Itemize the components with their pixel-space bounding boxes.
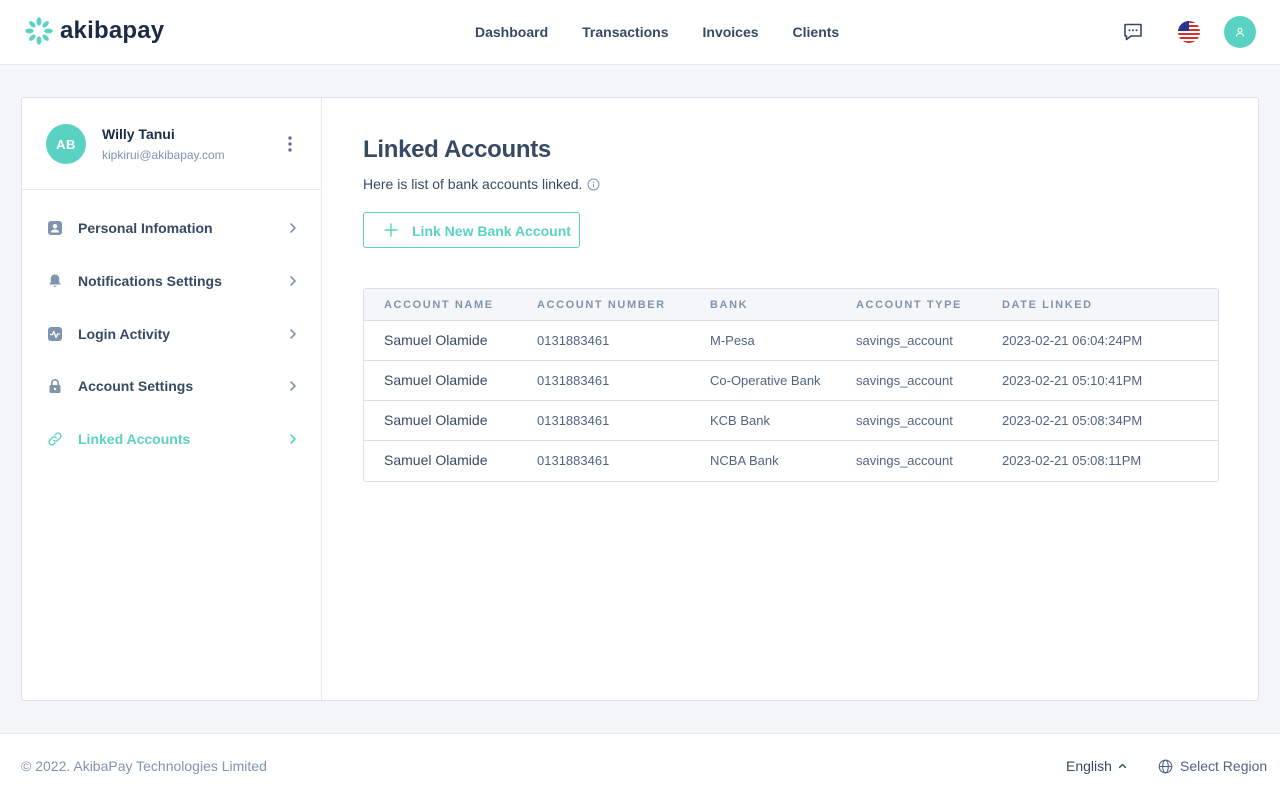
cell-date-linked: 2023-02-21 05:10:41PM [1002,373,1143,388]
cell-account-name: Samuel Olamide [384,372,488,388]
bell-icon [46,272,64,290]
cell-account-type: savings_account [856,333,953,348]
cell-account-type: savings_account [856,453,953,468]
plus-icon [384,223,398,237]
cell-bank: M-Pesa [710,333,755,348]
cell-account-name: Samuel Olamide [384,332,488,348]
nav-transactions[interactable]: Transactions [565,24,685,40]
cell-bank: Co-Operative Bank [710,373,821,388]
user-avatar-small [1224,16,1256,48]
page-subtitle-text: Here is list of bank accounts linked. [363,176,583,192]
nav-dashboard[interactable]: Dashboard [458,24,565,40]
lock-icon [46,377,64,395]
user-account-button[interactable] [1224,16,1256,48]
link-new-bank-account-label: Link New Bank Account [412,223,571,239]
us-flag-icon [1178,21,1200,43]
user-card-icon [46,219,64,237]
user-options-button[interactable] [282,134,298,154]
cell-account-name: Samuel Olamide [384,452,488,468]
sidebar-item-label: Login Activity [78,326,171,342]
akibapay-logo-icon [25,17,53,45]
cell-account-number: 0131883461 [537,373,610,388]
sidebar-item-linked-accounts[interactable]: Linked Accounts [22,419,322,459]
user-email: kipkirui@akibapay.com [102,148,225,162]
link-new-bank-account-button[interactable]: Link New Bank Account [363,212,580,248]
linked-accounts-table: Account Name Account Number Bank Account… [363,288,1219,482]
globe-icon [1158,759,1173,773]
cell-account-name: Samuel Olamide [384,412,488,428]
sidebar-item-label: Account Settings [78,378,194,394]
brand-logo[interactable]: akibapay [24,16,164,46]
table-row[interactable]: Samuel Olamide 0131883461 Co-Operative B… [364,361,1218,401]
link-icon [46,430,64,448]
settings-card: AB Willy Tanui kipkirui@akibapay.com Per… [21,97,1259,701]
cell-account-number: 0131883461 [537,413,610,428]
language-flag-button[interactable] [1173,16,1205,48]
chat-button[interactable] [1117,16,1149,48]
column-header-account-number: Account Number [537,299,666,311]
sidebar-item-personal-information[interactable]: Personal Infomation [22,208,322,248]
info-icon[interactable] [587,178,600,191]
sidebar-item-login-activity[interactable]: Login Activity [22,314,322,354]
column-header-account-name: Account Name [384,299,494,311]
cell-account-number: 0131883461 [537,333,610,348]
column-header-account-type: Account Type [856,299,962,311]
page-footer: © 2022. AkibaPay Technologies Limited En… [0,733,1280,797]
cell-account-number: 0131883461 [537,453,610,468]
table-row[interactable]: Samuel Olamide 0131883461 M-Pesa savings… [364,321,1218,361]
sidebar-item-label: Personal Infomation [78,220,213,236]
chat-icon [1124,23,1142,41]
cell-date-linked: 2023-02-21 05:08:11PM [1002,453,1142,468]
more-vertical-icon [288,136,292,152]
nav-invoices[interactable]: Invoices [686,24,776,40]
table-row[interactable]: Samuel Olamide 0131883461 NCBA Bank savi… [364,441,1218,481]
chevron-right-icon [286,221,300,235]
brand-name: akibapay [60,17,165,44]
column-header-bank: Bank [710,299,749,311]
sidebar-item-label: Notifications Settings [78,273,222,289]
copyright-text: © 2022. AkibaPay Technologies Limited [21,758,267,774]
column-header-date-linked: Date Linked [1002,299,1093,311]
chevron-right-icon [286,379,300,393]
main-nav: Dashboard Transactions Invoices Clients [458,0,856,64]
sidebar-item-account-settings[interactable]: Account Settings [22,366,322,406]
user-avatar: AB [46,124,86,164]
table-row[interactable]: Samuel Olamide 0131883461 KCB Bank savin… [364,401,1218,441]
chevron-right-icon [286,327,300,341]
sidebar-item-notifications-settings[interactable]: Notifications Settings [22,261,322,301]
user-summary: AB Willy Tanui kipkirui@akibapay.com [22,98,322,190]
chevron-right-icon [286,432,300,446]
page-title: Linked Accounts [363,136,551,163]
activity-icon [46,325,64,343]
user-name: Willy Tanui [102,126,175,142]
language-selector[interactable]: English [1066,758,1127,774]
cell-bank: NCBA Bank [710,453,779,468]
cell-bank: KCB Bank [710,413,770,428]
region-selector[interactable]: Select Region [1158,758,1267,774]
language-label: English [1066,758,1112,774]
sidebar-item-label: Linked Accounts [78,431,191,447]
top-header: akibapay Dashboard Transactions Invoices… [0,0,1280,65]
cell-account-type: savings_account [856,373,953,388]
chevron-right-icon [286,274,300,288]
cell-date-linked: 2023-02-21 05:08:34PM [1002,413,1143,428]
cell-date-linked: 2023-02-21 06:04:24PM [1002,333,1143,348]
region-label: Select Region [1180,758,1268,774]
page-subtitle: Here is list of bank accounts linked. [363,176,600,192]
chevron-up-icon [1118,763,1127,769]
profile-sidebar: AB Willy Tanui kipkirui@akibapay.com Per… [22,98,322,700]
cell-account-type: savings_account [856,413,953,428]
table-header: Account Name Account Number Bank Account… [364,289,1218,321]
nav-clients[interactable]: Clients [776,24,857,40]
user-icon [1236,27,1244,37]
